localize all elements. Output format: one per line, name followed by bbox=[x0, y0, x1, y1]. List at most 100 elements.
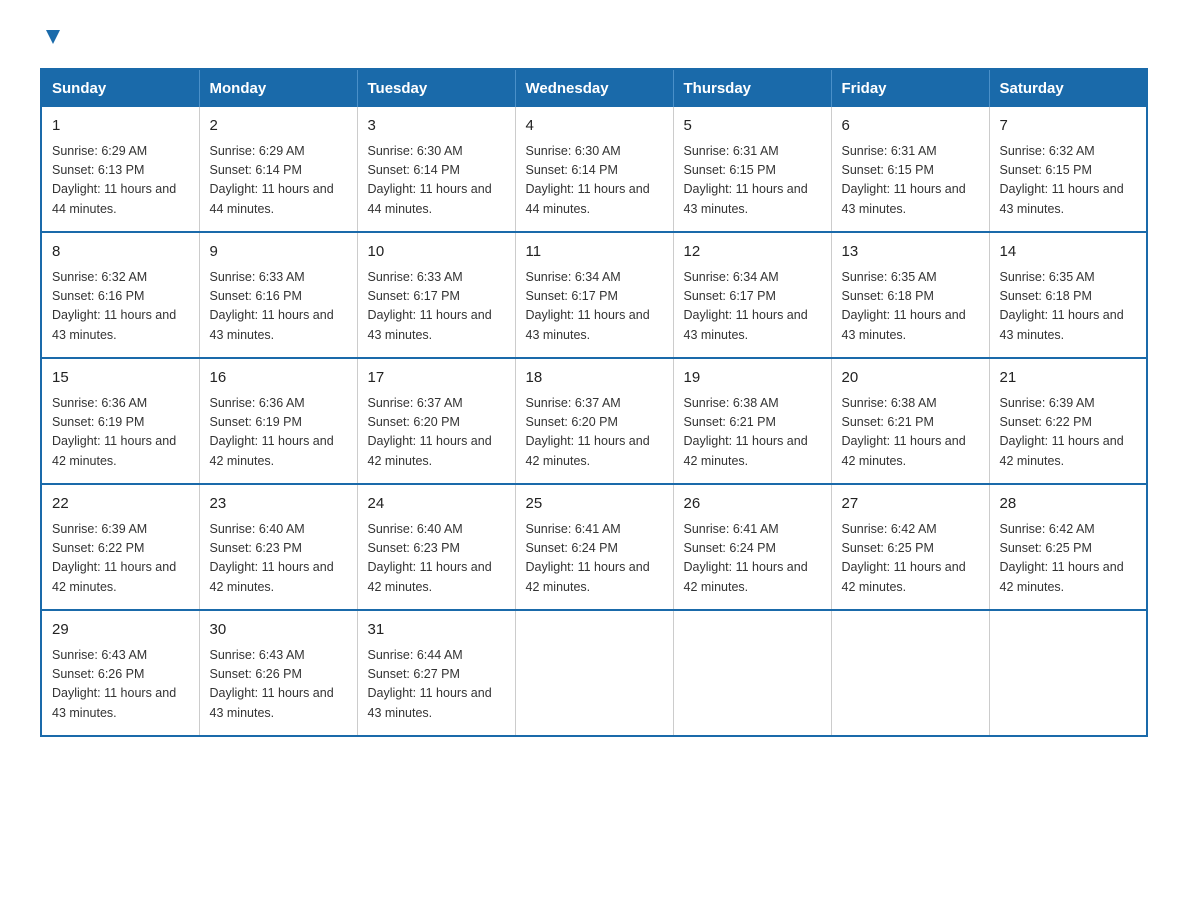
calendar-cell: 2 Sunrise: 6:29 AMSunset: 6:14 PMDayligh… bbox=[199, 107, 357, 232]
calendar-cell: 8 Sunrise: 6:32 AMSunset: 6:16 PMDayligh… bbox=[41, 232, 199, 358]
day-number: 20 bbox=[842, 367, 979, 390]
calendar-cell: 27 Sunrise: 6:42 AMSunset: 6:25 PMDaylig… bbox=[831, 484, 989, 610]
day-info: Sunrise: 6:29 AMSunset: 6:14 PMDaylight:… bbox=[210, 142, 347, 220]
calendar-cell: 4 Sunrise: 6:30 AMSunset: 6:14 PMDayligh… bbox=[515, 107, 673, 232]
day-number: 2 bbox=[210, 115, 347, 138]
calendar-week-row: 15 Sunrise: 6:36 AMSunset: 6:19 PMDaylig… bbox=[41, 358, 1147, 484]
calendar-cell: 25 Sunrise: 6:41 AMSunset: 6:24 PMDaylig… bbox=[515, 484, 673, 610]
day-info: Sunrise: 6:44 AMSunset: 6:27 PMDaylight:… bbox=[368, 646, 505, 724]
calendar-cell: 23 Sunrise: 6:40 AMSunset: 6:23 PMDaylig… bbox=[199, 484, 357, 610]
day-number: 27 bbox=[842, 493, 979, 516]
day-number: 29 bbox=[52, 619, 189, 642]
day-number: 21 bbox=[1000, 367, 1137, 390]
calendar-table: SundayMondayTuesdayWednesdayThursdayFrid… bbox=[40, 68, 1148, 737]
day-number: 23 bbox=[210, 493, 347, 516]
logo-triangle-icon bbox=[42, 26, 64, 48]
day-number: 7 bbox=[1000, 115, 1137, 138]
day-info: Sunrise: 6:41 AMSunset: 6:24 PMDaylight:… bbox=[684, 520, 821, 598]
calendar-cell bbox=[989, 610, 1147, 736]
calendar-cell: 11 Sunrise: 6:34 AMSunset: 6:17 PMDaylig… bbox=[515, 232, 673, 358]
day-info: Sunrise: 6:35 AMSunset: 6:18 PMDaylight:… bbox=[1000, 268, 1137, 346]
day-number: 6 bbox=[842, 115, 979, 138]
calendar-cell: 29 Sunrise: 6:43 AMSunset: 6:26 PMDaylig… bbox=[41, 610, 199, 736]
day-info: Sunrise: 6:38 AMSunset: 6:21 PMDaylight:… bbox=[684, 394, 821, 472]
day-info: Sunrise: 6:43 AMSunset: 6:26 PMDaylight:… bbox=[210, 646, 347, 724]
calendar-cell: 5 Sunrise: 6:31 AMSunset: 6:15 PMDayligh… bbox=[673, 107, 831, 232]
calendar-cell: 3 Sunrise: 6:30 AMSunset: 6:14 PMDayligh… bbox=[357, 107, 515, 232]
day-number: 10 bbox=[368, 241, 505, 264]
day-number: 22 bbox=[52, 493, 189, 516]
weekday-header-row: SundayMondayTuesdayWednesdayThursdayFrid… bbox=[41, 69, 1147, 107]
calendar-cell: 10 Sunrise: 6:33 AMSunset: 6:17 PMDaylig… bbox=[357, 232, 515, 358]
calendar-cell: 20 Sunrise: 6:38 AMSunset: 6:21 PMDaylig… bbox=[831, 358, 989, 484]
day-number: 15 bbox=[52, 367, 189, 390]
day-number: 30 bbox=[210, 619, 347, 642]
day-info: Sunrise: 6:35 AMSunset: 6:18 PMDaylight:… bbox=[842, 268, 979, 346]
day-number: 3 bbox=[368, 115, 505, 138]
calendar-cell: 30 Sunrise: 6:43 AMSunset: 6:26 PMDaylig… bbox=[199, 610, 357, 736]
calendar-cell: 13 Sunrise: 6:35 AMSunset: 6:18 PMDaylig… bbox=[831, 232, 989, 358]
day-info: Sunrise: 6:34 AMSunset: 6:17 PMDaylight:… bbox=[684, 268, 821, 346]
calendar-week-row: 29 Sunrise: 6:43 AMSunset: 6:26 PMDaylig… bbox=[41, 610, 1147, 736]
calendar-cell: 26 Sunrise: 6:41 AMSunset: 6:24 PMDaylig… bbox=[673, 484, 831, 610]
calendar-cell: 28 Sunrise: 6:42 AMSunset: 6:25 PMDaylig… bbox=[989, 484, 1147, 610]
calendar-week-row: 8 Sunrise: 6:32 AMSunset: 6:16 PMDayligh… bbox=[41, 232, 1147, 358]
day-info: Sunrise: 6:33 AMSunset: 6:17 PMDaylight:… bbox=[368, 268, 505, 346]
day-number: 13 bbox=[842, 241, 979, 264]
day-info: Sunrise: 6:29 AMSunset: 6:13 PMDaylight:… bbox=[52, 142, 189, 220]
day-number: 24 bbox=[368, 493, 505, 516]
day-number: 16 bbox=[210, 367, 347, 390]
calendar-cell: 7 Sunrise: 6:32 AMSunset: 6:15 PMDayligh… bbox=[989, 107, 1147, 232]
weekday-header-thursday: Thursday bbox=[673, 69, 831, 107]
day-info: Sunrise: 6:43 AMSunset: 6:26 PMDaylight:… bbox=[52, 646, 189, 724]
day-number: 8 bbox=[52, 241, 189, 264]
day-number: 12 bbox=[684, 241, 821, 264]
day-info: Sunrise: 6:34 AMSunset: 6:17 PMDaylight:… bbox=[526, 268, 663, 346]
page-header bbox=[40, 30, 1148, 48]
day-number: 18 bbox=[526, 367, 663, 390]
day-info: Sunrise: 6:31 AMSunset: 6:15 PMDaylight:… bbox=[684, 142, 821, 220]
day-info: Sunrise: 6:36 AMSunset: 6:19 PMDaylight:… bbox=[210, 394, 347, 472]
day-number: 11 bbox=[526, 241, 663, 264]
calendar-cell: 24 Sunrise: 6:40 AMSunset: 6:23 PMDaylig… bbox=[357, 484, 515, 610]
calendar-cell: 1 Sunrise: 6:29 AMSunset: 6:13 PMDayligh… bbox=[41, 107, 199, 232]
day-number: 5 bbox=[684, 115, 821, 138]
logo bbox=[40, 30, 64, 48]
calendar-cell: 14 Sunrise: 6:35 AMSunset: 6:18 PMDaylig… bbox=[989, 232, 1147, 358]
day-number: 9 bbox=[210, 241, 347, 264]
day-number: 25 bbox=[526, 493, 663, 516]
day-number: 19 bbox=[684, 367, 821, 390]
day-info: Sunrise: 6:39 AMSunset: 6:22 PMDaylight:… bbox=[1000, 394, 1137, 472]
calendar-cell bbox=[673, 610, 831, 736]
calendar-cell bbox=[515, 610, 673, 736]
calendar-cell: 31 Sunrise: 6:44 AMSunset: 6:27 PMDaylig… bbox=[357, 610, 515, 736]
calendar-cell: 18 Sunrise: 6:37 AMSunset: 6:20 PMDaylig… bbox=[515, 358, 673, 484]
day-info: Sunrise: 6:41 AMSunset: 6:24 PMDaylight:… bbox=[526, 520, 663, 598]
day-info: Sunrise: 6:38 AMSunset: 6:21 PMDaylight:… bbox=[842, 394, 979, 472]
day-number: 28 bbox=[1000, 493, 1137, 516]
weekday-header-sunday: Sunday bbox=[41, 69, 199, 107]
day-info: Sunrise: 6:40 AMSunset: 6:23 PMDaylight:… bbox=[368, 520, 505, 598]
calendar-week-row: 1 Sunrise: 6:29 AMSunset: 6:13 PMDayligh… bbox=[41, 107, 1147, 232]
calendar-cell: 22 Sunrise: 6:39 AMSunset: 6:22 PMDaylig… bbox=[41, 484, 199, 610]
weekday-header-tuesday: Tuesday bbox=[357, 69, 515, 107]
day-number: 4 bbox=[526, 115, 663, 138]
calendar-cell: 16 Sunrise: 6:36 AMSunset: 6:19 PMDaylig… bbox=[199, 358, 357, 484]
day-number: 26 bbox=[684, 493, 821, 516]
day-number: 1 bbox=[52, 115, 189, 138]
calendar-cell: 12 Sunrise: 6:34 AMSunset: 6:17 PMDaylig… bbox=[673, 232, 831, 358]
weekday-header-wednesday: Wednesday bbox=[515, 69, 673, 107]
calendar-week-row: 22 Sunrise: 6:39 AMSunset: 6:22 PMDaylig… bbox=[41, 484, 1147, 610]
day-info: Sunrise: 6:30 AMSunset: 6:14 PMDaylight:… bbox=[368, 142, 505, 220]
calendar-cell: 17 Sunrise: 6:37 AMSunset: 6:20 PMDaylig… bbox=[357, 358, 515, 484]
calendar-cell: 21 Sunrise: 6:39 AMSunset: 6:22 PMDaylig… bbox=[989, 358, 1147, 484]
day-number: 14 bbox=[1000, 241, 1137, 264]
day-info: Sunrise: 6:39 AMSunset: 6:22 PMDaylight:… bbox=[52, 520, 189, 598]
day-info: Sunrise: 6:40 AMSunset: 6:23 PMDaylight:… bbox=[210, 520, 347, 598]
weekday-header-saturday: Saturday bbox=[989, 69, 1147, 107]
weekday-header-monday: Monday bbox=[199, 69, 357, 107]
day-info: Sunrise: 6:42 AMSunset: 6:25 PMDaylight:… bbox=[842, 520, 979, 598]
day-info: Sunrise: 6:36 AMSunset: 6:19 PMDaylight:… bbox=[52, 394, 189, 472]
day-info: Sunrise: 6:30 AMSunset: 6:14 PMDaylight:… bbox=[526, 142, 663, 220]
day-info: Sunrise: 6:31 AMSunset: 6:15 PMDaylight:… bbox=[842, 142, 979, 220]
